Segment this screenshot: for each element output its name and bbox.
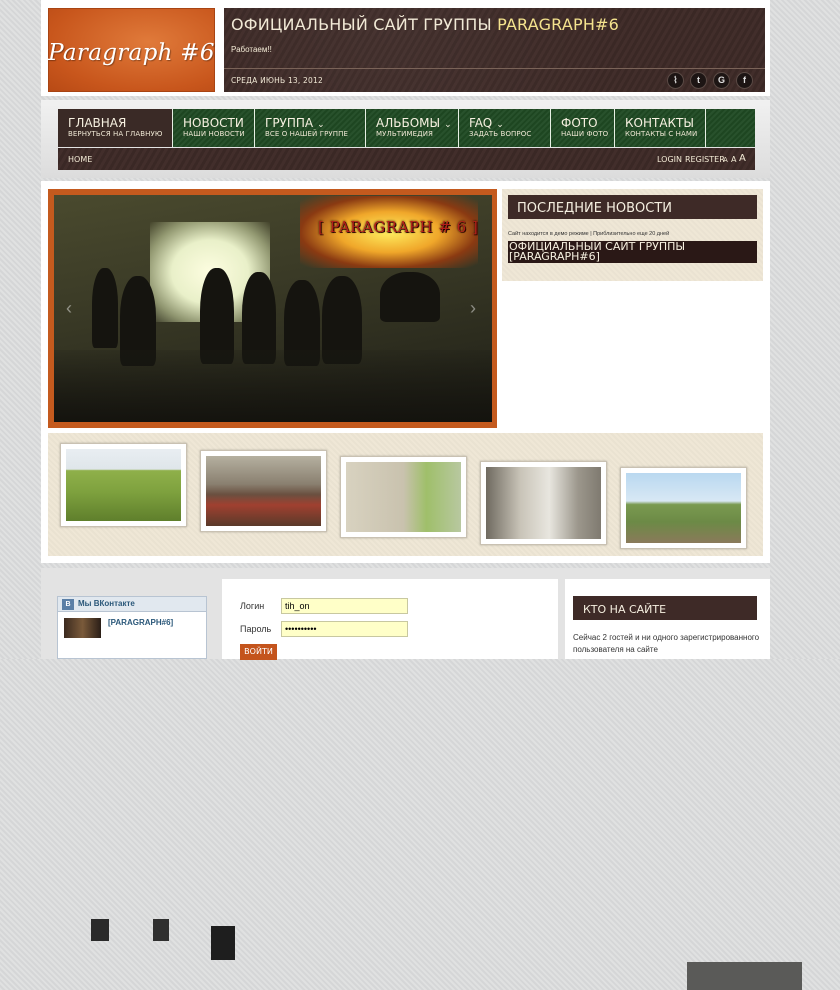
font-size-large[interactable]: A: [739, 153, 746, 164]
gallery-thumb[interactable]: [200, 450, 327, 532]
slide-figure: [380, 272, 440, 322]
site-title-highlight: PARAGRAPH#6: [497, 15, 620, 34]
chevron-down-icon: ⌄: [444, 120, 452, 130]
gallery-thumb[interactable]: [620, 467, 747, 549]
vk-group-avatar[interactable]: [64, 618, 101, 638]
news-item-link[interactable]: ОФИЦИАЛЬНЫЙ САЙТ ГРУППЫ [PARAGRAPH#6]: [509, 241, 756, 262]
rss-icon[interactable]: ⌇: [667, 72, 684, 89]
nav-sublabel: ВСЕ О НАШЕЙ ГРУППЕ: [265, 130, 349, 138]
login-label: Логин: [240, 601, 265, 611]
site-title-prefix: ОФИЦИАЛЬНЫЙ САЙТ ГРУППЫ: [231, 15, 498, 34]
gallery-thumb[interactable]: [60, 443, 235, 960]
nav-label: АЛЬБОМЫ: [376, 116, 441, 130]
font-size-medium[interactable]: A: [731, 155, 736, 164]
register-link[interactable]: REGISTER: [685, 155, 725, 164]
nav-item-faq[interactable]: FAQ ⌄ ЗАДАТЬ ВОПРОС: [459, 109, 551, 147]
nav-sublabel: НАШИ ФОТО: [561, 130, 609, 138]
nav-sublabel: МУЛЬТИМЕДИЯ: [376, 130, 434, 138]
vk-group-name[interactable]: [PARAGRAPH#6]: [108, 618, 173, 627]
vk-logo-icon: B: [62, 599, 74, 610]
nav-label: КОНТАКТЫ: [625, 116, 694, 130]
current-date: СРЕДА ИЮНЬ 13, 2012: [231, 76, 323, 85]
google-icon[interactable]: G: [713, 72, 730, 89]
slide-figure: [92, 268, 118, 348]
nav-label: ГРУППА: [265, 116, 314, 130]
who-online-title: КТО НА САЙТЕ: [583, 603, 667, 616]
nav-label: ГЛАВНАЯ: [68, 116, 127, 130]
nav-item-band[interactable]: ГРУППА ⌄ ВСЕ О НАШЕЙ ГРУППЕ: [255, 109, 366, 147]
vk-widget-title[interactable]: Мы ВКонтакте: [78, 599, 135, 608]
site-title: ОФИЦИАЛЬНЫЙ САЙТ ГРУППЫ PARAGRAPH#6: [231, 15, 619, 34]
tagline: Работаем!!: [231, 45, 272, 54]
news-info: Сайт находится в демо режиме | Приблизит…: [508, 231, 670, 237]
login-button[interactable]: ВОЙТИ: [240, 644, 277, 660]
nav-item-home[interactable]: ГЛАВНАЯ ВЕРНУТЬСЯ НА ГЛАВНУЮ: [58, 109, 173, 147]
band-logo-text: [ PARAGRAPH # 6 ]: [318, 218, 479, 236]
who-online-text: Сейчас 2 гостей и ни одного зарегистриро…: [573, 633, 760, 654]
nav-item-photo[interactable]: ФОТО НАШИ ФОТО: [551, 109, 615, 147]
password-input[interactable]: ••••••••••: [281, 621, 408, 637]
latest-news-title: ПОСЛЕДНИЕ НОВОСТИ: [517, 201, 672, 216]
logo-text[interactable]: Paragraph #6: [48, 40, 215, 66]
nav-sublabel: КОНТАКТЫ С НАМИ: [625, 130, 698, 138]
chevron-down-icon: ⌄: [496, 120, 504, 130]
breadcrumb-home[interactable]: HOME: [68, 155, 92, 164]
slide-prev-icon[interactable]: ‹: [66, 298, 72, 319]
password-label: Пароль: [240, 624, 272, 634]
nav-label: ФОТО: [561, 116, 598, 130]
twitter-icon[interactable]: t: [690, 72, 707, 89]
gallery-thumb[interactable]: [480, 461, 607, 545]
nav-item-contacts[interactable]: КОНТАКТЫ КОНТАКТЫ С НАМИ: [615, 109, 706, 147]
slide-floor: [54, 350, 492, 422]
nav-item-news[interactable]: НОВОСТИ НАШИ НОВОСТИ: [173, 109, 255, 147]
nav-sublabel: ВЕРНУТЬСЯ НА ГЛАВНУЮ: [68, 130, 163, 138]
facebook-icon[interactable]: f: [736, 72, 753, 89]
nav-label: FAQ: [469, 116, 493, 130]
login-input[interactable]: tih_on: [281, 598, 408, 614]
nav-label: НОВОСТИ: [183, 116, 244, 130]
nav-sublabel: ЗАДАТЬ ВОПРОС: [469, 130, 532, 138]
slide-next-icon[interactable]: ›: [470, 298, 476, 319]
gallery-thumb[interactable]: [340, 456, 802, 990]
login-link[interactable]: LOGIN: [657, 155, 682, 164]
font-size-small[interactable]: A: [723, 156, 728, 164]
sub-nav-bar: [58, 148, 755, 170]
nav-sublabel: НАШИ НОВОСТИ: [183, 130, 245, 138]
chevron-down-icon: ⌄: [317, 120, 325, 130]
nav-item-albums[interactable]: АЛЬБОМЫ ⌄ МУЛЬТИМЕДИЯ: [366, 109, 459, 147]
title-divider: [224, 68, 765, 69]
